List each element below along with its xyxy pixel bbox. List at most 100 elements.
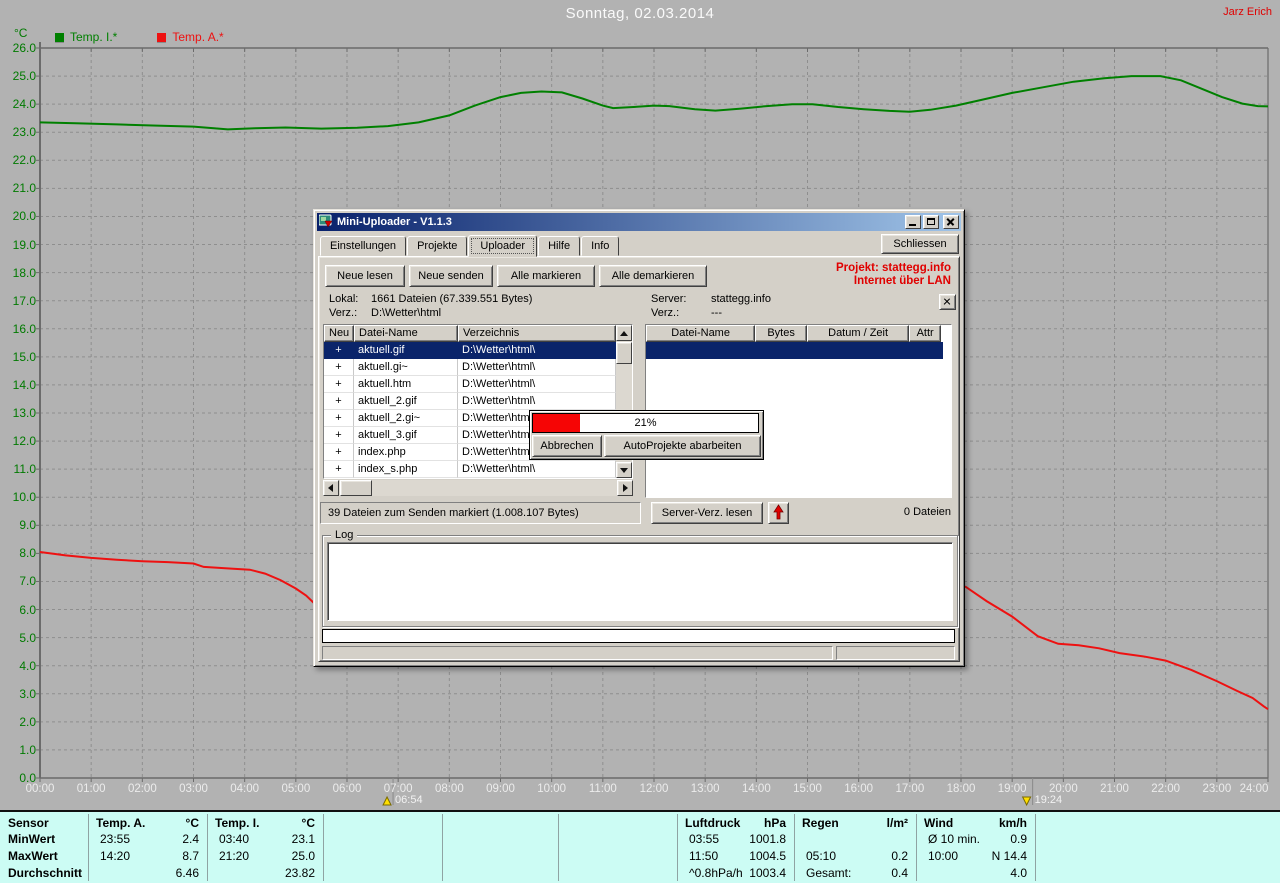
column-header-neu[interactable]: Neu bbox=[324, 325, 354, 342]
y-tick-label: 19.0 bbox=[0, 239, 36, 251]
watermark: Jarz Erich bbox=[1223, 6, 1272, 18]
scroll-down-icon bbox=[620, 468, 628, 473]
project-connection: Internet über LAN bbox=[836, 275, 951, 288]
file-row[interactable]: +index_s.phpD:\Wetter\html\ bbox=[324, 461, 632, 478]
x-tick-label: 06:00 bbox=[322, 783, 372, 795]
legend-item: Temp. A.* bbox=[157, 30, 223, 44]
alle-demarkieren-button[interactable]: Alle demarkieren bbox=[599, 265, 707, 287]
overall-progress-bar bbox=[322, 629, 955, 643]
legend-swatch-temp-a bbox=[157, 33, 166, 42]
tab-uploader[interactable]: Uploader bbox=[468, 235, 537, 257]
alle-markieren-button[interactable]: Alle markieren bbox=[497, 265, 595, 287]
column-header-datum-zeit[interactable]: Datum / Zeit bbox=[807, 325, 909, 342]
stats-value: 8.7 bbox=[88, 850, 199, 863]
tab-einstellungen[interactable]: Einstellungen bbox=[320, 236, 406, 256]
maximize-button[interactable] bbox=[923, 215, 939, 229]
scroll-right-icon bbox=[623, 484, 628, 492]
file-row[interactable]: +aktuell.gifD:\Wetter\html\ bbox=[324, 342, 632, 359]
file-cell: D:\Wetter\html\ bbox=[458, 342, 616, 359]
y-tick-label: 21.0 bbox=[0, 182, 36, 194]
stats-group-unit: l/m² bbox=[794, 817, 908, 830]
y-tick-label: 13.0 bbox=[0, 407, 36, 419]
x-tick-label: 04:00 bbox=[220, 783, 270, 795]
file-cell: + bbox=[324, 393, 354, 410]
scroll-down-button[interactable] bbox=[616, 462, 632, 478]
y-tick-label: 11.0 bbox=[0, 463, 36, 475]
y-tick-label: 20.0 bbox=[0, 210, 36, 222]
uploader-tab-page: Neue lesenNeue sendenAlle markierenAlle … bbox=[318, 256, 960, 662]
stats-value: 4.0 bbox=[916, 867, 1027, 880]
file-row[interactable]: +aktuell_2.gifD:\Wetter\html\ bbox=[324, 393, 632, 410]
x-tick-label: 11:00 bbox=[578, 783, 628, 795]
x-tick-label: 21:00 bbox=[1090, 783, 1140, 795]
server-file-count: 0 Dateien bbox=[904, 506, 951, 518]
column-header-datei-name[interactable]: Datei-Name bbox=[354, 325, 458, 342]
y-tick-label: 3.0 bbox=[0, 688, 36, 700]
stats-value: 6.46 bbox=[88, 867, 199, 880]
y-tick-label: 10.0 bbox=[0, 491, 36, 503]
scroll-left-button[interactable] bbox=[323, 480, 339, 496]
file-cell: D:\Wetter\html\ bbox=[458, 376, 616, 393]
stats-value: 1003.4 bbox=[677, 867, 786, 880]
app-icon bbox=[319, 214, 333, 231]
header-filler bbox=[941, 325, 951, 342]
tab-projekte[interactable]: Projekte bbox=[407, 236, 467, 256]
x-tick-label: 08:00 bbox=[424, 783, 474, 795]
abbrechen-button[interactable]: Abbrechen bbox=[532, 435, 602, 457]
mini-uploader-window: Mini-Uploader - V1.1.3 EinstellungenProj… bbox=[313, 209, 965, 667]
minimize-button[interactable] bbox=[905, 215, 921, 229]
read-server-dir-button[interactable]: Server-Verz. lesen bbox=[651, 502, 763, 524]
file-row[interactable]: +aktuell.htmD:\Wetter\html\ bbox=[324, 376, 632, 393]
column-header-bytes[interactable]: Bytes bbox=[755, 325, 807, 342]
column-header-datei-name[interactable]: Datei-Name bbox=[646, 325, 755, 342]
log-textarea[interactable] bbox=[327, 542, 953, 621]
file-row[interactable]: +aktuell.gi~D:\Wetter\html\ bbox=[324, 359, 632, 376]
tab-hilfe[interactable]: Hilfe bbox=[538, 236, 580, 256]
x-tick-label: 24:00 bbox=[1229, 783, 1279, 795]
neue-lesen-button[interactable]: Neue lesen bbox=[325, 265, 405, 287]
log-label: Log bbox=[331, 529, 357, 541]
chart-title: Sonntag, 02.03.2014 bbox=[566, 5, 715, 22]
stats-value: 0.2 bbox=[794, 850, 908, 863]
scroll-up-icon bbox=[620, 331, 628, 336]
column-header-verzeichnis[interactable]: Verzeichnis bbox=[458, 325, 616, 342]
y-tick-label: 14.0 bbox=[0, 379, 36, 391]
chart-legend: Temp. I.*Temp. A.* bbox=[55, 30, 224, 44]
stats-value: 2.4 bbox=[88, 833, 199, 846]
x-tick-label: 22:00 bbox=[1141, 783, 1191, 795]
schliessen-button[interactable]: Schliessen bbox=[881, 234, 959, 254]
autoprojekte-button[interactable]: AutoProjekte abarbeiten bbox=[604, 435, 761, 457]
y-tick-label: 7.0 bbox=[0, 575, 36, 587]
stats-group-unit: °C bbox=[88, 817, 199, 830]
scroll-up-button[interactable] bbox=[616, 325, 632, 341]
x-tick-label: 10:00 bbox=[527, 783, 577, 795]
close-button[interactable] bbox=[943, 215, 959, 229]
file-cell: + bbox=[324, 342, 354, 359]
scroll-right-button[interactable] bbox=[617, 480, 633, 496]
stats-value: 0.9 bbox=[916, 833, 1027, 846]
window-titlebar[interactable]: Mini-Uploader - V1.1.3 bbox=[317, 213, 961, 231]
tab-info[interactable]: Info bbox=[581, 236, 619, 256]
server-selected-row[interactable] bbox=[646, 342, 943, 359]
file-cell: + bbox=[324, 359, 354, 376]
sunset-time: 19:24 bbox=[1035, 794, 1063, 806]
y-tick-label: 22.0 bbox=[0, 154, 36, 166]
server-panel-close-button[interactable] bbox=[939, 294, 956, 310]
x-tick-label: 15:00 bbox=[783, 783, 833, 795]
server-label: Server: bbox=[651, 293, 686, 305]
scrollbar-thumb[interactable] bbox=[340, 480, 372, 496]
column-header-attr[interactable]: Attr bbox=[909, 325, 941, 342]
file-cell: aktuell.gi~ bbox=[354, 359, 458, 376]
local-verz-path: D:\Wetter\html bbox=[371, 307, 441, 319]
local-table-h-scrollbar[interactable] bbox=[323, 480, 633, 496]
file-cell: index.php bbox=[354, 444, 458, 461]
upload-arrow-button[interactable] bbox=[768, 502, 789, 524]
x-tick-label: 07:00 bbox=[373, 783, 423, 795]
scroll-left-icon bbox=[328, 484, 333, 492]
scrollbar-thumb[interactable] bbox=[616, 342, 632, 364]
neue-senden-button[interactable]: Neue senden bbox=[409, 265, 493, 287]
file-cell: + bbox=[324, 444, 354, 461]
window-title: Mini-Uploader - V1.1.3 bbox=[337, 216, 905, 228]
local-files-count: 1661 Dateien (67.339.551 Bytes) bbox=[371, 293, 532, 305]
x-tick-label: 02:00 bbox=[117, 783, 167, 795]
